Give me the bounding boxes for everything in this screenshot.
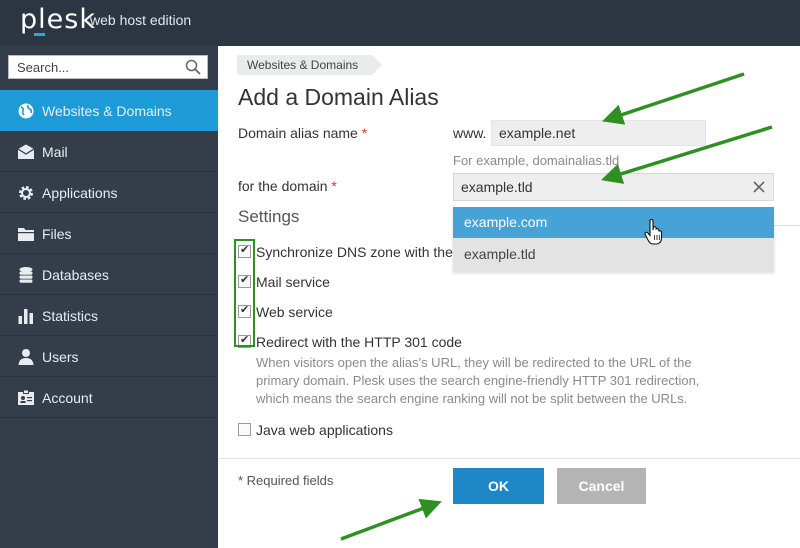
bar-chart-icon: [18, 309, 33, 324]
required-mark: *: [361, 125, 368, 141]
sidebar-item-label: Mail: [42, 144, 68, 160]
folder-icon: [18, 228, 34, 241]
annotation-arrow-alias: [602, 72, 745, 125]
plesk-logo[interactable]: plesk: [20, 4, 96, 35]
user-icon: [18, 349, 34, 365]
close-icon[interactable]: [753, 181, 765, 193]
globe-icon: [18, 103, 34, 119]
domain-dropdown: example.com example.tld: [453, 207, 774, 271]
alias-name-input[interactable]: example.net: [491, 120, 706, 146]
sidebar-item-label: Account: [42, 390, 93, 406]
required-mark: *: [331, 178, 337, 194]
top-header: plesk web host edition: [0, 0, 800, 46]
search-icon[interactable]: [185, 59, 201, 75]
sidebar-item-users[interactable]: Users: [0, 336, 218, 377]
checkbox-label: Redirect with the HTTP 301 code: [256, 334, 462, 350]
sidebar-item-label: Applications: [42, 185, 118, 201]
settings-heading: Settings: [238, 207, 300, 226]
hand-cursor-icon: [644, 219, 663, 245]
sidebar-item-applications[interactable]: Applications: [0, 172, 218, 213]
sidebar-item-label: Websites & Domains: [42, 103, 172, 119]
redirect-description-line: primary domain. Plesk uses the search en…: [256, 373, 700, 388]
checkbox-label: Mail service: [256, 274, 330, 290]
sidebar-item-label: Users: [42, 349, 79, 365]
logo-accent: [34, 33, 45, 36]
sidebar-item-files[interactable]: Files: [0, 213, 218, 254]
domain-option[interactable]: example.tld: [453, 239, 774, 270]
search-input[interactable]: Search...: [8, 55, 208, 79]
required-fields-note: * Required fields: [238, 473, 334, 488]
domain-select[interactable]: example.tld: [453, 173, 774, 201]
annotation-arrow-ok: [340, 498, 442, 541]
domain-option[interactable]: example.com: [453, 207, 774, 238]
sidebar-nav: Websites & Domains Mail Applications Fil…: [0, 90, 218, 418]
cancel-button[interactable]: Cancel: [557, 468, 646, 504]
www-prefix: www.: [453, 125, 487, 141]
redirect-description-line: which means the search engine ranking wi…: [256, 391, 688, 406]
edition-label: web host edition: [90, 12, 192, 28]
envelope-icon: [17, 144, 35, 159]
sidebar-item-statistics[interactable]: Statistics: [0, 295, 218, 336]
sidebar: Search... Websites & Domains Mail Applic…: [0, 46, 218, 548]
domain-label-text: for the domain: [238, 178, 328, 194]
sidebar-item-label: Statistics: [42, 308, 99, 324]
search-placeholder: Search...: [17, 60, 70, 75]
sidebar-item-label: Files: [42, 226, 72, 242]
footer-divider: [218, 458, 800, 459]
redirect-description-line: When visitors open the alias's URL, they…: [256, 355, 692, 370]
checkbox-label: Synchronize DNS zone with the p: [256, 244, 453, 260]
sidebar-item-mail[interactable]: Mail: [0, 131, 218, 172]
java-apps-checkbox[interactable]: [238, 423, 251, 436]
domain-select-value: example.tld: [461, 179, 533, 195]
redirect-301-checkbox-row[interactable]: Redirect with the HTTP 301 code: [238, 333, 498, 352]
redirect-description: When visitors open the alias's URL, they…: [256, 354, 736, 408]
sidebar-item-label: Databases: [42, 267, 109, 283]
checkbox-label: Web service: [256, 304, 333, 320]
annotation-highlight-box: [234, 239, 255, 347]
web-service-checkbox-row[interactable]: Web service: [238, 303, 438, 322]
sidebar-item-websites-domains[interactable]: Websites & Domains: [0, 90, 218, 131]
breadcrumb[interactable]: Websites & Domains: [237, 55, 383, 75]
database-icon: [19, 267, 33, 283]
ok-button[interactable]: OK: [453, 468, 544, 504]
alias-name-label-text: Domain alias name: [238, 125, 358, 141]
alias-name-label: Domain alias name *: [238, 125, 367, 141]
checkbox-label: Java web applications: [256, 422, 393, 438]
gear-icon: [19, 186, 33, 200]
domain-label: for the domain *: [238, 178, 337, 194]
sidebar-item-databases[interactable]: Databases: [0, 254, 218, 295]
alias-hint: For example, domainalias.tld: [453, 153, 620, 168]
mail-service-checkbox-row[interactable]: Mail service: [238, 273, 438, 292]
java-apps-checkbox-row[interactable]: Java web applications: [238, 422, 438, 440]
id-card-icon: [18, 389, 34, 405]
sidebar-item-account[interactable]: Account: [0, 377, 218, 418]
page-title: Add a Domain Alias: [238, 84, 439, 110]
sync-dns-checkbox-row[interactable]: Synchronize DNS zone with the p: [238, 244, 453, 262]
